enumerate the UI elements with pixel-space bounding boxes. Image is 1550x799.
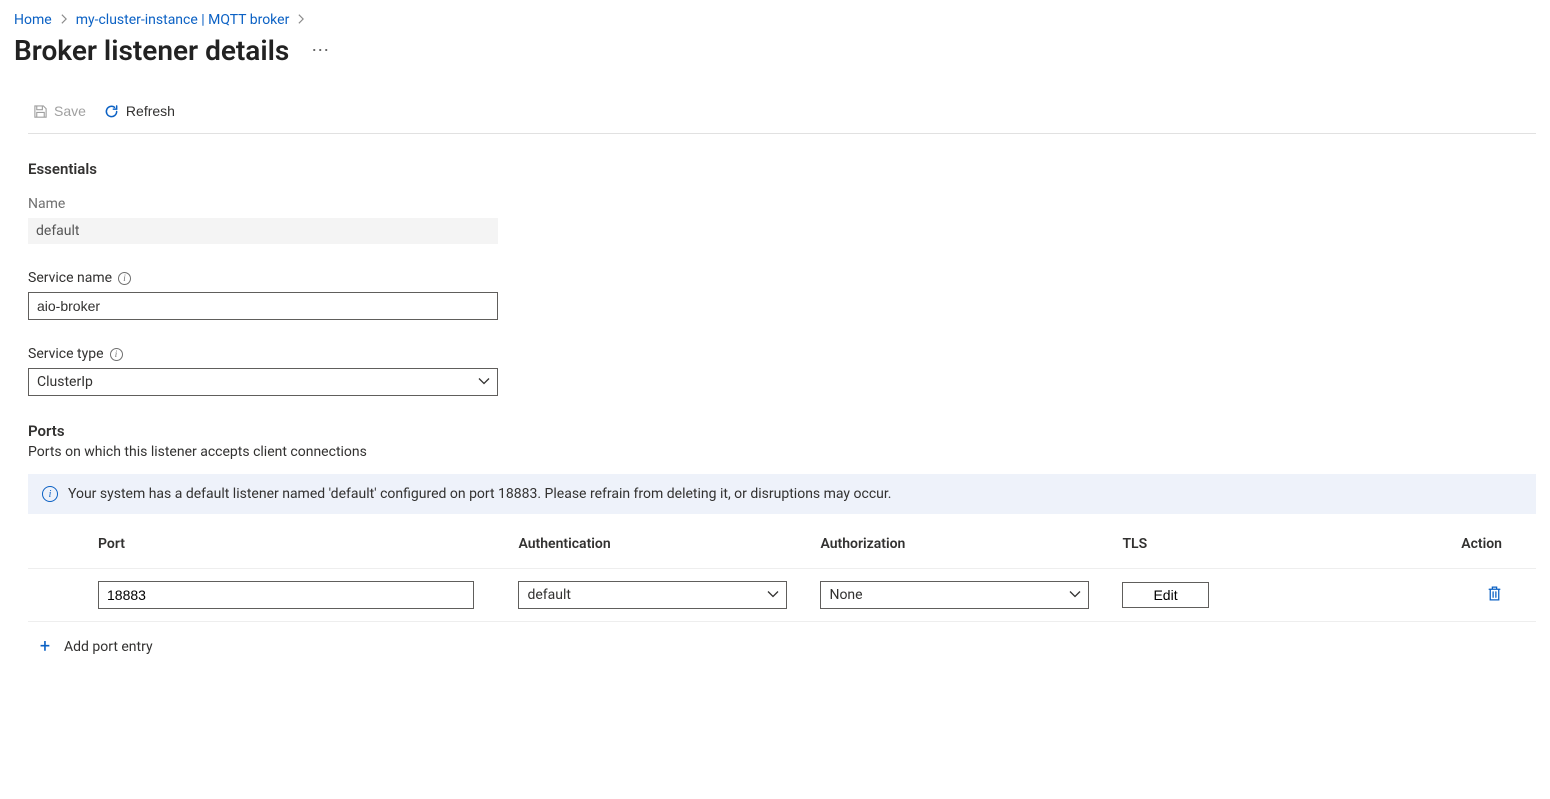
authorization-select[interactable]: None [820, 581, 1089, 609]
chevron-right-icon [60, 13, 68, 27]
authentication-select[interactable]: default [518, 581, 787, 609]
ports-table: Port Authentication Authorization TLS Ac… [28, 514, 1536, 622]
info-banner: i Your system has a default listener nam… [28, 474, 1536, 514]
more-actions-icon[interactable]: ⋯ [307, 38, 335, 64]
port-input[interactable] [98, 581, 474, 609]
breadcrumb-home[interactable]: Home [14, 12, 52, 28]
col-authorization: Authorization [812, 514, 1114, 569]
info-banner-text: Your system has a default listener named… [68, 486, 891, 502]
refresh-icon [104, 103, 120, 119]
table-header-row: Port Authentication Authorization TLS Ac… [28, 514, 1536, 569]
name-value: default [28, 218, 498, 244]
service-type-label: Service type i [28, 346, 498, 362]
chevron-right-icon [297, 13, 305, 27]
ports-heading: Ports [28, 422, 1536, 440]
save-button: Save [32, 101, 86, 121]
plus-icon: + [36, 638, 54, 656]
service-name-label: Service name i [28, 270, 498, 286]
save-label: Save [54, 103, 86, 119]
ports-description: Ports on which this listener accepts cli… [28, 444, 1536, 460]
service-type-select[interactable]: ClusterIp [28, 368, 498, 396]
delete-icon[interactable] [1487, 585, 1502, 602]
command-bar: Save Refresh [28, 101, 1536, 134]
essentials-heading: Essentials [28, 160, 1536, 178]
tls-edit-button[interactable]: Edit [1122, 582, 1208, 608]
refresh-label: Refresh [126, 103, 175, 119]
save-icon [32, 103, 48, 119]
breadcrumb: Home my-cluster-instance | MQTT broker [14, 12, 1536, 28]
info-icon[interactable]: i [110, 348, 123, 361]
service-name-label-text: Service name [28, 270, 112, 286]
add-port-entry-button[interactable]: + Add port entry [28, 622, 1536, 672]
add-port-entry-label: Add port entry [64, 639, 153, 655]
info-icon: i [42, 486, 58, 502]
col-authentication: Authentication [510, 514, 812, 569]
breadcrumb-instance[interactable]: my-cluster-instance | MQTT broker [76, 12, 290, 28]
refresh-button[interactable]: Refresh [104, 101, 175, 121]
page-title: Broker listener details [14, 34, 289, 67]
col-tls: TLS [1114, 514, 1385, 569]
service-name-input[interactable] [28, 292, 498, 320]
service-type-label-text: Service type [28, 346, 104, 362]
table-row: default None Edit [28, 569, 1536, 622]
info-icon[interactable]: i [118, 272, 131, 285]
col-action: Action [1385, 514, 1536, 569]
name-label: Name [28, 196, 498, 212]
col-port: Port [28, 514, 510, 569]
